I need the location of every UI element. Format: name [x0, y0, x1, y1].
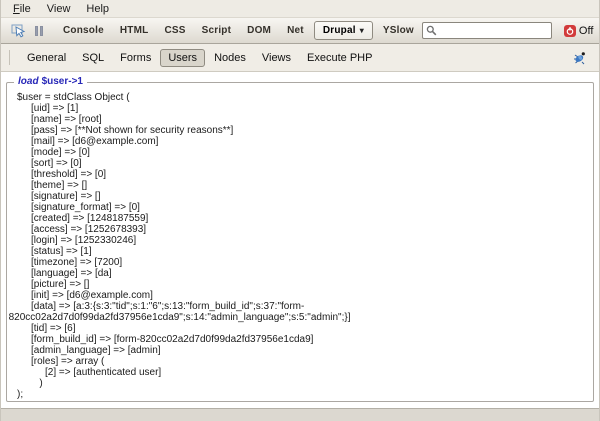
legend-load-keyword: load — [18, 76, 39, 87]
legend-object-name: $user->1 — [41, 76, 83, 87]
drupal-tab-nodes[interactable]: Nodes — [206, 49, 254, 67]
drupal-panel-tabs: General SQL Forms Users Nodes Views Execute PH… — [19, 48, 380, 67]
firebug-tab-css[interactable]: CSS — [156, 21, 193, 40]
output-line: [init] => [d6@example.com] — [31, 290, 153, 301]
menu-item-help[interactable]: Help — [78, 2, 117, 16]
output-line: [name] => [root] — [31, 114, 102, 125]
firebug-tab-html[interactable]: HTML — [112, 21, 157, 40]
panel-content: load $user->1 $user = stdClass Object ([u… — [1, 72, 599, 408]
output-line: ) — [39, 378, 43, 389]
drupal-tab-forms[interactable]: Forms — [112, 49, 159, 67]
output-line: [sort] => [0] — [31, 158, 82, 169]
output-line: [tid] => [6] — [31, 323, 76, 334]
output-line: [pass] => [**Not shown for security reas… — [31, 125, 234, 136]
output-line: [mode] => [0] — [31, 147, 90, 158]
drupal-tab-execute-php[interactable]: Execute PHP — [299, 49, 380, 67]
inspect-icon[interactable] — [7, 22, 31, 40]
drupal-tab-sql[interactable]: SQL — [74, 49, 112, 67]
firebug-tab-script[interactable]: Script — [194, 21, 240, 40]
output-line: [2] => [authenticated user] — [45, 367, 162, 378]
firebug-panel-tabs: Console HTML CSS Script DOM Net Drupal ▾ YSlow — [55, 21, 422, 40]
output-line: [mail] => [d6@example.com] — [31, 136, 159, 147]
search-input[interactable] — [439, 25, 548, 36]
off-label: Off — [578, 24, 594, 37]
output-line: [login] => [1252330246] — [31, 235, 137, 246]
output-line: [timezone] => [7200] — [31, 257, 123, 268]
output-line: $user = stdClass Object ( — [17, 92, 130, 103]
search-box[interactable] — [421, 22, 552, 39]
firebug-tab-dom[interactable]: DOM — [239, 21, 279, 40]
output-line: [status] => [1] — [31, 246, 92, 257]
output-line: [form_build_id] => [form-820cc02a2d7d0f9… — [31, 334, 314, 345]
toolbar-divider — [9, 50, 10, 65]
menu-item-view[interactable]: View — [39, 2, 79, 16]
output-line: [picture] => [] — [31, 279, 90, 290]
output-legend[interactable]: load $user->1 — [14, 76, 87, 87]
output-line: [uid] => [1] — [31, 103, 79, 114]
pause-icon[interactable] — [31, 24, 47, 38]
firebug-tab-yslow[interactable]: YSlow — [375, 21, 422, 40]
drupal-bug-icon[interactable] — [572, 51, 591, 65]
drupal-tab-general[interactable]: General — [19, 49, 74, 67]
menu-item-file[interactable]: File — [5, 2, 39, 16]
output-line: [created] => [1248187559] — [31, 213, 149, 224]
output-line: ); — [17, 389, 24, 400]
output-line: [threshold] => [0] — [31, 169, 107, 180]
output-line: [admin_language] => [admin] — [31, 345, 161, 356]
status-bar — [1, 408, 599, 421]
power-off-icon — [563, 24, 576, 37]
menu-bar: File View Help — [1, 0, 599, 18]
output-line: [roles] => array ( — [31, 356, 105, 367]
firebug-tab-console[interactable]: Console — [55, 21, 112, 40]
output-lines: $user = stdClass Object ([uid] => [1] [na… — [7, 92, 593, 401]
drupal-toolbar: General SQL Forms Users Nodes Views Execute PH… — [1, 44, 599, 72]
firebug-toolbar: Console HTML CSS Script DOM Net Drupal ▾ YSlow O… — [1, 18, 599, 44]
output-line: 820cc02a2d7d0f99da2fd37956e1cda9";s:14:"… — [8, 312, 351, 323]
output-line: [access] => [1252678393] — [31, 224, 147, 235]
chevron-down-icon: ▾ — [359, 26, 364, 35]
firebug-tab-net[interactable]: Net — [279, 21, 312, 40]
output-line: [signature_format] => [0] — [31, 202, 140, 213]
drupal-tab-users[interactable]: Users — [160, 48, 206, 67]
output-line: [signature] => [] — [31, 191, 101, 202]
firebug-tab-drupal[interactable]: Drupal ▾ — [313, 21, 373, 40]
drupal-tab-views[interactable]: Views — [254, 49, 299, 67]
output-line: [theme] => [] — [31, 180, 88, 191]
off-button[interactable]: Off — [562, 24, 595, 38]
search-icon — [426, 25, 437, 36]
output-line: [language] => [da] — [31, 268, 112, 279]
user-object-fieldset: load $user->1 $user = stdClass Object ([u… — [6, 76, 594, 402]
output-line: [data] => [a:3:{s:3:"tid";s:1:"6";s:13:"… — [31, 301, 305, 312]
